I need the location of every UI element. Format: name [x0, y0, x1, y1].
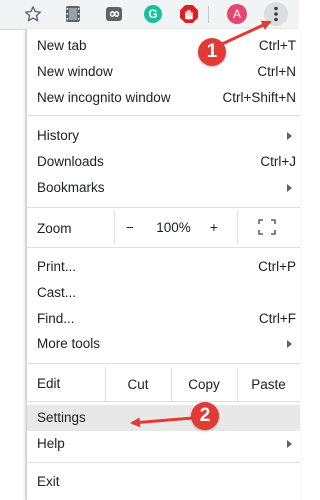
cut-button[interactable]: Cut — [105, 367, 171, 401]
menu-item-downloads[interactable]: Downloads Ctrl+J — [27, 149, 300, 175]
menu-item-new-incognito-window[interactable]: New incognito window Ctrl+Shift+N — [27, 85, 300, 111]
bookmark-star-icon[interactable] — [22, 3, 44, 25]
three-dots-vertical-icon — [274, 6, 278, 22]
zoom-out-button[interactable]: − — [114, 210, 146, 244]
infinity-extension-icon[interactable] — [103, 3, 125, 25]
menu-item-exit[interactable]: Exit — [27, 469, 300, 495]
submenu-arrow-icon — [287, 132, 292, 140]
avatar: A — [227, 4, 247, 24]
menu-divider — [27, 363, 300, 364]
menu-item-more-tools[interactable]: More tools — [27, 331, 300, 357]
menu-item-bookmarks[interactable]: Bookmarks — [27, 175, 300, 201]
menu-item-new-tab[interactable]: New tab Ctrl+T — [27, 33, 300, 59]
zoom-level: 100% — [156, 219, 191, 235]
grammarly-extension-icon[interactable]: G — [142, 3, 164, 25]
profile-button[interactable]: A — [226, 3, 248, 25]
edit-row: Edit Cut Copy Paste — [27, 367, 300, 401]
menu-divider — [27, 207, 300, 208]
copy-button[interactable]: Copy — [171, 367, 237, 401]
menu-divider — [27, 115, 300, 116]
menu-divider — [27, 462, 300, 463]
menu-item-new-window[interactable]: New window Ctrl+N — [27, 59, 300, 85]
step-badge-1: 1 — [198, 38, 226, 66]
menu-item-help[interactable]: Help — [27, 431, 300, 457]
chrome-main-menu: New tab Ctrl+T New window Ctrl+N New inc… — [26, 29, 300, 500]
menu-item-find[interactable]: Find... Ctrl+F — [27, 306, 300, 332]
fullscreen-icon[interactable] — [253, 210, 281, 244]
zoom-in-button[interactable]: + — [201, 210, 227, 244]
browser-toolbar: G A — [0, 0, 299, 30]
toolbar-divider — [208, 6, 209, 23]
menu-item-cast[interactable]: Cast... — [27, 280, 300, 306]
customize-menu-button[interactable] — [264, 2, 288, 26]
zoom-row: Zoom − 100% + — [27, 210, 300, 244]
stop-hand-extension-icon[interactable] — [178, 3, 200, 25]
menu-divider — [27, 401, 300, 402]
film-extension-icon[interactable] — [62, 3, 84, 25]
paste-button[interactable]: Paste — [237, 367, 300, 401]
submenu-arrow-icon — [287, 340, 292, 348]
menu-item-print[interactable]: Print... Ctrl+P — [27, 254, 300, 280]
zoom-divider — [237, 210, 238, 244]
menu-item-history[interactable]: History — [27, 123, 300, 149]
menu-divider — [27, 247, 300, 248]
submenu-arrow-icon — [287, 440, 292, 448]
step-badge-2: 2 — [191, 402, 219, 430]
submenu-arrow-icon — [287, 184, 292, 192]
menu-item-settings[interactable]: Settings — [27, 405, 300, 431]
